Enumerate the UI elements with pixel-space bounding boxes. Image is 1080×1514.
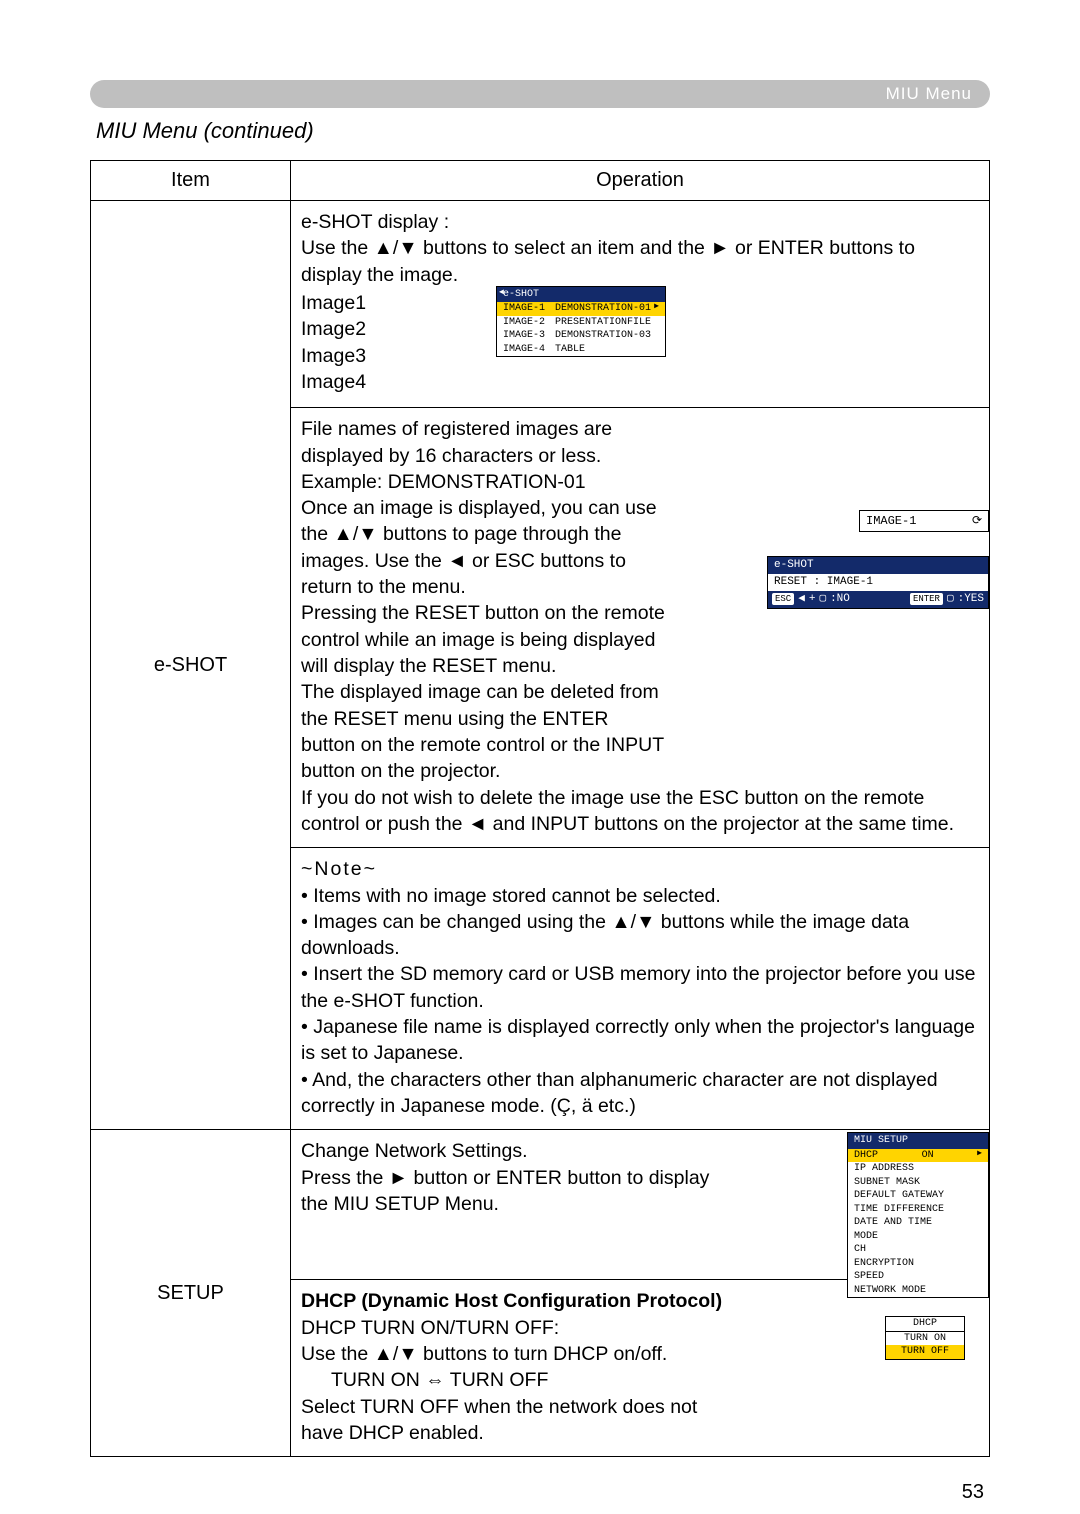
eshot-osd-row-3[interactable]: IMAGE-3DEMONSTRATION-03 bbox=[497, 329, 665, 343]
miu-setup-timediff[interactable]: TIME DIFFERENCE bbox=[848, 1203, 988, 1217]
setup-lower: DHCP (Dynamic Host Configuration Protoco… bbox=[291, 1280, 989, 1456]
miu-setup-subnet[interactable]: SUBNET MASK bbox=[848, 1176, 988, 1190]
eshot-osd-row-2[interactable]: IMAGE-2PRESENTATIONFILE bbox=[497, 316, 665, 330]
dhcp-box-on[interactable]: TURN ON bbox=[886, 1332, 964, 1346]
dhcp-box-off[interactable]: TURN OFF bbox=[886, 1345, 964, 1359]
note-bullet-5: • And, the characters other than alphanu… bbox=[301, 1067, 979, 1120]
miu-setup-datetime[interactable]: DATE AND TIME bbox=[848, 1216, 988, 1230]
note-heading: ~Note~ bbox=[301, 856, 979, 882]
image1-osd-badge: IMAGE-1 ⟳ bbox=[859, 510, 989, 532]
row-eshot-item: e-SHOT bbox=[91, 201, 291, 1130]
setup-line-2: Press the ► button or ENTER button to di… bbox=[301, 1165, 731, 1218]
miu-setup-ch[interactable]: CH bbox=[848, 1243, 988, 1257]
miu-menu-table: Item Operation e-SHOT e-SHOT display : U… bbox=[90, 160, 990, 1457]
dhcp-line-4: Select TURN OFF when the network does no… bbox=[301, 1394, 741, 1447]
eshot-section-note: ~Note~ • Items with no image stored cann… bbox=[291, 848, 989, 1129]
note-bullet-1: • Items with no image stored cannot be s… bbox=[301, 883, 979, 909]
eshot-display-intro: Use the ▲/▼ buttons to select an item an… bbox=[301, 235, 979, 288]
dhcp-box-title: DHCP bbox=[886, 1317, 964, 1332]
col-header-item: Item bbox=[91, 161, 291, 201]
header-bar: MIU Menu bbox=[90, 80, 990, 108]
button-icon: ▢ bbox=[819, 592, 826, 607]
plus-icon: + bbox=[809, 592, 816, 607]
miu-setup-mode[interactable]: MODE bbox=[848, 1230, 988, 1244]
row-setup-operation: Change Network Settings. Press the ► but… bbox=[291, 1130, 990, 1457]
miu-setup-osd: MIU SETUP DHCPON IP ADDRESS SUBNET MASK … bbox=[847, 1132, 989, 1298]
eshot-section-behavior: File names of registered images are disp… bbox=[291, 408, 989, 848]
note-bullet-4: • Japanese file name is displayed correc… bbox=[301, 1014, 979, 1067]
image-list-4: Image4 bbox=[301, 369, 979, 395]
reset-enter-key[interactable]: ENTER bbox=[910, 593, 943, 605]
refresh-icon: ⟳ bbox=[972, 513, 982, 529]
header-title: MIU Menu bbox=[886, 84, 972, 104]
dhcp-osd-box: DHCP TURN ON TURN OFF bbox=[885, 1316, 965, 1360]
miu-setup-title: MIU SETUP bbox=[848, 1133, 988, 1149]
section-continued: MIU Menu (continued) bbox=[96, 118, 990, 144]
eshot-osd-menu: e-SHOT IMAGE-1DEMONSTRATION-01 IMAGE-2PR… bbox=[496, 286, 666, 358]
eshot-osd-row-4[interactable]: IMAGE-4TABLE bbox=[497, 343, 665, 357]
eshot-osd-title: e-SHOT bbox=[497, 287, 665, 303]
eshot-behavior-text-wide: If you do not wish to delete the image u… bbox=[301, 785, 979, 838]
reset-osd-line: RESET : IMAGE-1 bbox=[768, 574, 988, 591]
miu-setup-dhcp[interactable]: DHCPON bbox=[848, 1149, 988, 1163]
eshot-behavior-text-narrow: File names of registered images are disp… bbox=[301, 416, 666, 784]
reset-yes-label: :YES bbox=[958, 592, 984, 607]
setup-upper: Change Network Settings. Press the ► but… bbox=[291, 1130, 989, 1280]
reset-no-label: :NO bbox=[830, 592, 850, 607]
page-number: 53 bbox=[90, 1481, 990, 1504]
dhcp-heading: DHCP (Dynamic Host Configuration Protoco… bbox=[301, 1288, 741, 1314]
eshot-osd-row-1[interactable]: IMAGE-1DEMONSTRATION-01 bbox=[497, 302, 665, 316]
col-header-operation: Operation bbox=[291, 161, 990, 201]
miu-setup-ip[interactable]: IP ADDRESS bbox=[848, 1162, 988, 1176]
reset-esc-key[interactable]: ESC bbox=[772, 593, 794, 605]
note-bullet-3: • Insert the SD memory card or USB memor… bbox=[301, 961, 979, 1014]
reset-osd-menu: e-SHOT RESET : IMAGE-1 ESC ◀+▢ :NO ENTER… bbox=[767, 556, 989, 609]
reset-osd-buttons: ESC ◀+▢ :NO ENTER ▢ :YES bbox=[768, 591, 988, 608]
button-icon-2: ▢ bbox=[947, 592, 954, 607]
reset-osd-title: e-SHOT bbox=[768, 557, 988, 574]
image1-badge-label: IMAGE-1 bbox=[866, 513, 916, 529]
eshot-section-display: e-SHOT display : Use the ▲/▼ buttons to … bbox=[291, 201, 989, 408]
row-setup-item: SETUP bbox=[91, 1130, 291, 1457]
note-bullet-2: • Images can be changed using the ▲/▼ bu… bbox=[301, 909, 979, 962]
dhcp-line-1: DHCP TURN ON/TURN OFF: bbox=[301, 1315, 741, 1341]
arrow-left-icon: ◀ bbox=[798, 592, 805, 607]
dhcp-line-2: Use the ▲/▼ buttons to turn DHCP on/off. bbox=[301, 1341, 741, 1367]
miu-setup-gateway[interactable]: DEFAULT GATEWAY bbox=[848, 1189, 988, 1203]
dhcp-line-3: TURN ON ⇔ TURN OFF bbox=[301, 1367, 741, 1393]
eshot-display-title: e-SHOT display : bbox=[301, 209, 979, 235]
row-eshot-operation: e-SHOT display : Use the ▲/▼ buttons to … bbox=[291, 201, 990, 1130]
setup-line-1: Change Network Settings. bbox=[301, 1138, 731, 1164]
miu-setup-encryption[interactable]: ENCRYPTION bbox=[848, 1257, 988, 1271]
